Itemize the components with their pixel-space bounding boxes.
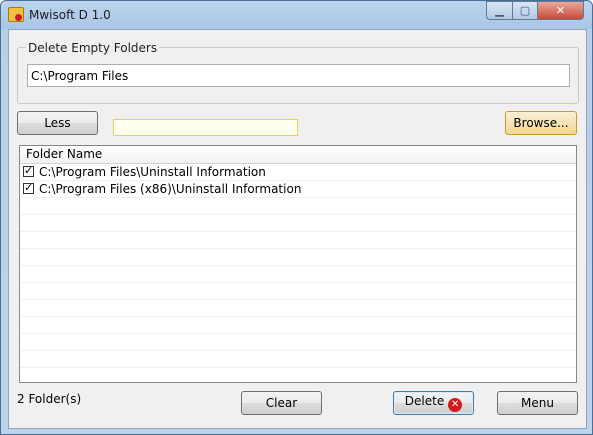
folder-path: C:\Program Files\Uninstall Information	[39, 165, 266, 179]
client-area: Delete Empty Folders Less Browse... Fold…	[8, 29, 587, 429]
delete-label: Delete	[404, 394, 445, 408]
clear-button[interactable]: Clear	[241, 391, 322, 415]
title-bar[interactable]: Mwisoft D 1.0 ▁ ▢ ✕	[1, 1, 592, 29]
checkmark-icon[interactable]	[23, 164, 34, 178]
delete-button[interactable]: Delete ✕	[393, 391, 474, 415]
folder-icon	[8, 7, 24, 22]
list-row-empty	[20, 334, 576, 351]
column-header-folder-name[interactable]: Folder Name	[20, 146, 576, 164]
list-row-empty	[20, 215, 576, 232]
list-item[interactable]: C:\Program Files (x86)\Uninstall Informa…	[20, 181, 576, 198]
minimize-button[interactable]: ▁	[486, 1, 513, 20]
browse-button[interactable]: Browse...	[505, 111, 577, 135]
list-row-empty	[20, 198, 576, 215]
menu-button[interactable]: Menu	[497, 391, 578, 415]
maximize-button[interactable]: ▢	[512, 1, 538, 20]
list-item[interactable]: C:\Program Files\Uninstall Information	[20, 164, 576, 181]
list-row-empty	[20, 368, 576, 382]
list-row-empty	[20, 266, 576, 283]
folder-list[interactable]: Folder Name C:\Program Files\Uninstall I…	[19, 145, 577, 383]
less-button[interactable]: Less	[17, 111, 98, 135]
group-legend: Delete Empty Folders	[26, 41, 160, 55]
list-row-empty	[20, 283, 576, 300]
list-row-empty	[20, 232, 576, 249]
folder-count-status: 2 Folder(s)	[17, 392, 82, 406]
folder-path: C:\Program Files (x86)\Uninstall Informa…	[39, 182, 302, 196]
folder-path-input[interactable]	[27, 64, 570, 87]
list-row-empty	[20, 300, 576, 317]
window-title: Mwisoft D 1.0	[29, 8, 111, 22]
list-row-empty	[20, 317, 576, 334]
close-circle-icon: ✕	[448, 398, 463, 412]
list-row-empty	[20, 351, 576, 368]
main-window: Mwisoft D 1.0 ▁ ▢ ✕ Delete Empty Folders…	[0, 0, 593, 435]
list-row-empty	[20, 249, 576, 266]
close-button[interactable]: ✕	[537, 1, 584, 20]
filter-input[interactable]	[113, 119, 298, 136]
checkmark-icon[interactable]	[23, 181, 34, 195]
